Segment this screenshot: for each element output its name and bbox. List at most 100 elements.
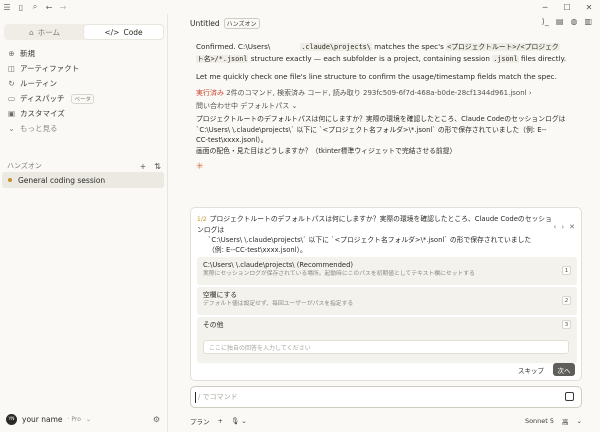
question-text-line: CC-test\xxxx.jsonl）。 bbox=[196, 136, 268, 144]
model-selector[interactable]: Sonnet 5 bbox=[525, 417, 554, 425]
inline-code: <プロジェクトルート>/<プロジェク bbox=[446, 43, 560, 51]
mode-home-tab[interactable]: ⌂ ホーム bbox=[5, 25, 84, 39]
question-header: 1/2 プロジェクトルートのデフォルトパスは何にしますか？実際の環境を確認したとこ… bbox=[197, 215, 552, 254]
option-empty[interactable]: 空欄にする デフォルト値は設定せず、毎回ユーザーがパスを指定する 2 bbox=[197, 287, 577, 315]
session-title: General coding session bbox=[18, 175, 106, 185]
option-recommended[interactable]: C:\Users\ \.claude\projects\ (Recommende… bbox=[197, 257, 577, 285]
option-description: 実際にセッションログが保存されている場所。起動時にこのパスを初期値としてテキスト… bbox=[203, 271, 475, 277]
assistant-message: Confirmed. C:\Users\ .claude\projects\ ma… bbox=[196, 42, 567, 63]
tool-summary[interactable]: 実行済み 2件のコマンド, 検索済み コード, 読み取り 293fc509-6f… bbox=[196, 88, 584, 99]
sidebar-item-routines[interactable]: ↻ ルーティン bbox=[4, 76, 164, 91]
text-cursor bbox=[195, 391, 196, 403]
option-title: 空欄にする bbox=[203, 291, 238, 299]
other-answer-input[interactable]: ここに独自の回答を入力してください bbox=[203, 340, 569, 354]
assistant-message: Let me quickly check one file's line str… bbox=[196, 72, 557, 81]
mode-selector[interactable]: プラン bbox=[190, 416, 210, 426]
beta-badge: ベータ bbox=[71, 93, 94, 104]
next-button[interactable]: 次へ bbox=[553, 363, 575, 376]
inline-code: .jsonl bbox=[492, 55, 519, 63]
globe-icon[interactable]: ◍ bbox=[570, 17, 577, 26]
filter-icon[interactable]: ⇅ bbox=[154, 162, 161, 171]
layout-icon[interactable]: ▥ bbox=[584, 17, 592, 26]
search-icon[interactable]: ⌕ bbox=[28, 0, 42, 14]
minimize-button[interactable]: ─ bbox=[534, 0, 556, 14]
close-button[interactable]: ✕ bbox=[578, 0, 600, 14]
mode-code-label: Code bbox=[123, 27, 143, 37]
settings-icon[interactable]: ⚙ bbox=[153, 415, 160, 424]
question-text-line: `C:\Users\ \.claude\projects\` 以下に `<プロジ… bbox=[196, 125, 547, 134]
mode-code-tab[interactable]: </> Code bbox=[84, 25, 163, 39]
tool-detail: 2件のコマンド, 検索済み コード, 読み取り 293fc509-6f7d-46… bbox=[224, 89, 532, 97]
section-header: ハンズオン + ⇅ bbox=[4, 160, 164, 172]
maximize-button[interactable]: ☐ bbox=[556, 0, 578, 14]
section-label: ハンズオン bbox=[7, 162, 42, 170]
dispatch-icon: ▭ bbox=[7, 94, 16, 103]
mode-home-label: ホーム bbox=[37, 27, 61, 37]
customize-icon: ▣ bbox=[7, 109, 16, 118]
panel-icon[interactable]: ▤ bbox=[556, 17, 564, 26]
skip-button[interactable]: スキップ bbox=[513, 364, 549, 376]
artifact-icon: ◫ bbox=[7, 64, 16, 73]
title-bar: ☰ ▯ ⌕ ← → ─ ☐ ✕ bbox=[0, 0, 600, 14]
add-icon[interactable]: + bbox=[218, 417, 223, 425]
project-tag[interactable]: ハンズオン bbox=[223, 17, 260, 29]
status-dot-icon bbox=[8, 178, 12, 182]
user-menu[interactable]: YN your name · Pro ⌄ ⚙ bbox=[4, 410, 164, 428]
sidebar-item-label: もっと見る bbox=[20, 124, 58, 133]
inline-code: ト名>/*.jsonl bbox=[196, 55, 249, 63]
sidebar-item-artifacts[interactable]: ◫ アーティファクト bbox=[4, 61, 164, 76]
option-shortcut: 2 bbox=[562, 296, 571, 305]
stop-icon[interactable] bbox=[565, 392, 574, 401]
code-icon: </> bbox=[104, 27, 120, 37]
close-icon[interactable]: ✕ bbox=[569, 223, 575, 231]
spinner-icon: ✳ bbox=[196, 162, 204, 172]
option-description: デフォルト値は設定せず、毎回ユーザーがパスを指定する bbox=[203, 301, 354, 307]
forward-icon[interactable]: → bbox=[56, 0, 70, 14]
inline-code: .claude\projects\ bbox=[300, 43, 372, 51]
routine-icon: ↻ bbox=[8, 79, 15, 88]
sidebar-item-new[interactable]: ⊕ 新規 bbox=[4, 46, 164, 61]
composer-toolbar: プラン + 🎙 ⌄ Sonnet 5 高 ⌄ bbox=[190, 414, 582, 428]
mode-toggle: ⌂ ホーム </> Code bbox=[4, 24, 164, 40]
sidebar-nav: ⊕ 新規 ◫ アーティファクト ↻ ルーティン ▭ ディスパッチ ベータ ▣ カ… bbox=[4, 46, 164, 136]
back-icon[interactable]: ← bbox=[42, 0, 56, 14]
question-nav: ‹ › ✕ bbox=[554, 223, 576, 231]
conversation: Confirmed. C:\Users\ .claude\projects\ ma… bbox=[196, 41, 584, 173]
plus-icon: ⊕ bbox=[8, 49, 15, 58]
option-shortcut: 3 bbox=[562, 320, 571, 329]
user-plan: · Pro bbox=[67, 415, 81, 423]
sidebar-item-label: ルーティン bbox=[20, 79, 58, 88]
next-question-icon[interactable]: › bbox=[561, 223, 564, 231]
session-item[interactable]: General coding session bbox=[2, 172, 164, 188]
question-text-line: プロジェクトルートのデフォルトパスは何にしますか？実際の環境を確認したところ、C… bbox=[196, 115, 566, 123]
terminal-icon[interactable]: ⟩_ bbox=[542, 17, 549, 26]
user-name: your name bbox=[22, 414, 63, 424]
sidebar-item-dispatch[interactable]: ▭ ディスパッチ ベータ bbox=[4, 91, 164, 106]
tool-status: 実行済み bbox=[196, 89, 224, 97]
window-controls: ─ ☐ ✕ bbox=[534, 0, 600, 14]
effort-selector[interactable]: 高 bbox=[562, 416, 569, 426]
main-header: Untitled ハンズオン ⟩_ ▤ ◍ ▥ bbox=[168, 14, 600, 32]
menu-icon[interactable]: ☰ bbox=[0, 0, 14, 14]
sidebar-item-label: カスタマイズ bbox=[20, 109, 65, 118]
sidebar: ⌂ ホーム </> Code ⊕ 新規 ◫ アーティファクト ↻ ルーティン ▭… bbox=[0, 14, 168, 432]
prompt-input[interactable]: / でコマンド bbox=[190, 386, 582, 408]
sidebar-toggle-icon[interactable]: ▯ bbox=[14, 0, 28, 14]
question-summary: プロジェクトルートのデフォルトパスは何にしますか？実際の環境を確認したところ、C… bbox=[196, 114, 584, 156]
sidebar-item-more[interactable]: ⌄ もっと見る bbox=[4, 121, 164, 136]
sidebar-item-customize[interactable]: ▣ カスタマイズ bbox=[4, 106, 164, 121]
home-icon: ⌂ bbox=[28, 27, 34, 37]
chevron-down-icon: ⌄ bbox=[8, 124, 15, 133]
add-session-icon[interactable]: + bbox=[140, 162, 147, 171]
chevron-down-icon[interactable]: ⌄ bbox=[577, 417, 582, 425]
avatar: YN bbox=[6, 413, 17, 425]
question-counter: 1/2 bbox=[197, 216, 207, 223]
page-title[interactable]: Untitled bbox=[190, 19, 220, 28]
sidebar-item-label: 新規 bbox=[20, 49, 35, 58]
thinking-toggle[interactable]: 問い合わせ中 デフォルトパス ⌄ bbox=[196, 101, 584, 112]
prev-question-icon[interactable]: ‹ bbox=[554, 223, 557, 231]
microphone-icon[interactable]: 🎙 ⌄ bbox=[231, 417, 247, 425]
question-text-line: 画面の配色・見た目はどうしますか？（tkinter標準ウィジェットで完結させる前… bbox=[196, 146, 457, 155]
option-title: C:\Users\ \.claude\projects\ (Recommende… bbox=[203, 261, 354, 269]
header-actions: ⟩_ ▤ ◍ ▥ bbox=[542, 17, 592, 26]
